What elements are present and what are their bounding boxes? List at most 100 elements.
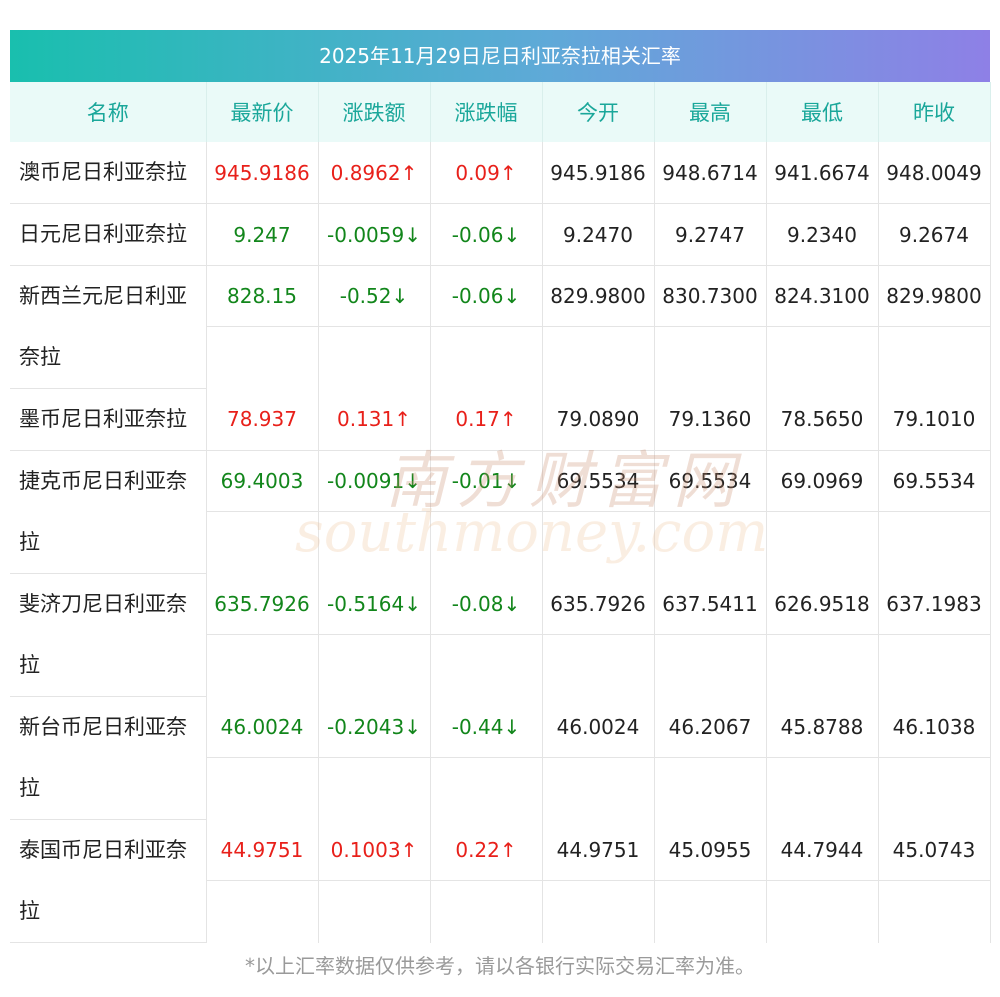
exchange-rate-table: 名称 最新价 涨跌额 涨跌幅 今开 最高 最低 昨收 澳币尼日利亚奈拉 945.9… <box>10 82 991 943</box>
open-cell: 9.2470 <box>542 203 655 266</box>
change-pct-cell-value: -0.06↓ <box>451 222 521 247</box>
change-cell: 0.8962↑ <box>318 142 431 204</box>
low-cell-value: 78.5650 <box>780 407 864 432</box>
prev-close-cell: 948.0049 <box>878 142 991 204</box>
change-cell-value: -0.52↓ <box>318 266 430 327</box>
high-cell-value: 948.6714 <box>662 160 758 185</box>
latest-price-cell: 46.0024 <box>206 696 319 820</box>
open-cell-value: 635.7926 <box>542 574 654 635</box>
high-cell-value: 637.5411 <box>654 574 766 635</box>
change-cell: -0.0091↓ <box>318 450 431 574</box>
currency-name-cell: 斐济刀尼日利亚奈拉 <box>10 573 207 697</box>
change-pct-cell: -0.08↓ <box>430 573 543 697</box>
prev-close-cell: 46.1038 <box>878 696 991 820</box>
latest-price-cell-value: 828.15 <box>206 266 318 327</box>
currency-name-cell: 泰国币尼日利亚奈拉 <box>10 819 207 943</box>
header-change: 涨跌额 <box>318 82 431 142</box>
low-cell: 78.5650 <box>766 388 879 451</box>
change-cell: -0.52↓ <box>318 265 431 389</box>
high-cell: 79.1360 <box>654 388 767 451</box>
change-cell-value: -0.0059↓ <box>327 222 421 247</box>
change-cell-value: 0.1003↑ <box>318 820 430 881</box>
header-high: 最高 <box>654 82 767 142</box>
open-cell-value: 46.0024 <box>542 697 654 758</box>
change-cell: -0.0059↓ <box>318 203 431 266</box>
change-pct-cell: 0.17↑ <box>430 388 543 451</box>
low-cell-value: 9.2340 <box>787 222 857 247</box>
header-prev-close: 昨收 <box>878 82 991 142</box>
low-cell-value: 44.7944 <box>766 820 878 881</box>
low-cell-value: 941.6674 <box>774 160 870 185</box>
currency-name-cell: 捷克币尼日利亚奈拉 <box>10 450 207 574</box>
header-open: 今开 <box>542 82 655 142</box>
latest-price-cell-value: 78.937 <box>227 407 297 432</box>
change-pct-cell-value: 0.17↑ <box>455 407 517 432</box>
open-cell-value: 829.9800 <box>542 266 654 327</box>
low-cell: 45.8788 <box>766 696 879 820</box>
latest-price-cell: 44.9751 <box>206 819 319 943</box>
change-cell-value: 0.8962↑ <box>330 160 418 185</box>
high-cell: 69.5534 <box>654 450 767 574</box>
change-pct-cell-value: -0.44↓ <box>430 697 542 758</box>
latest-price-cell-value: 69.4003 <box>206 451 318 512</box>
table-row: 澳币尼日利亚奈拉 945.9186 0.8962↑ 0.09↑ 945.9186 948.… <box>10 142 991 204</box>
change-pct-cell-value: -0.08↓ <box>430 574 542 635</box>
open-cell: 69.5534 <box>542 450 655 574</box>
prev-close-cell: 79.1010 <box>878 388 991 451</box>
open-cell-value: 44.9751 <box>542 820 654 881</box>
table-header-row: 名称 最新价 涨跌额 涨跌幅 今开 最高 最低 昨收 <box>10 82 991 142</box>
page-title: 2025年11月29日尼日利亚奈拉相关汇率 <box>10 30 990 82</box>
table-row: 新西兰元尼日利亚奈拉 828.15 -0.52↓ -0.06↓ 829.9800 830.… <box>10 265 991 389</box>
table-row: 日元尼日利亚奈拉 9.247 -0.0059↓ -0.06↓ 9.2470 9.2747 9… <box>10 203 991 266</box>
header-latest: 最新价 <box>206 82 319 142</box>
prev-close-cell-value: 46.1038 <box>878 697 990 758</box>
currency-name-cell: 墨币尼日利亚奈拉 <box>10 388 207 451</box>
table-row: 捷克币尼日利亚奈拉 69.4003 -0.0091↓ -0.01↓ 69.5534 69.… <box>10 450 991 574</box>
currency-name-cell: 新台币尼日利亚奈拉 <box>10 696 207 820</box>
prev-close-cell-value: 948.0049 <box>886 160 982 185</box>
high-cell-value: 69.5534 <box>654 451 766 512</box>
low-cell-value: 824.3100 <box>766 266 878 327</box>
high-cell: 637.5411 <box>654 573 767 697</box>
prev-close-cell-value: 637.1983 <box>878 574 990 635</box>
open-cell: 46.0024 <box>542 696 655 820</box>
open-cell: 79.0890 <box>542 388 655 451</box>
open-cell: 945.9186 <box>542 142 655 204</box>
header-change-pct: 涨跌幅 <box>430 82 543 142</box>
header-name: 名称 <box>10 82 207 142</box>
change-cell: -0.5164↓ <box>318 573 431 697</box>
open-cell-value: 945.9186 <box>550 160 646 185</box>
prev-close-cell-value: 829.9800 <box>878 266 990 327</box>
low-cell: 824.3100 <box>766 265 879 389</box>
change-pct-cell: -0.01↓ <box>430 450 543 574</box>
low-cell: 626.9518 <box>766 573 879 697</box>
table-row: 泰国币尼日利亚奈拉 44.9751 0.1003↑ 0.22↑ 44.9751 45.09… <box>10 819 991 943</box>
currency-name-cell: 新西兰元尼日利亚奈拉 <box>10 265 207 389</box>
latest-price-cell-value: 9.247 <box>233 222 291 247</box>
high-cell-value: 45.0955 <box>654 820 766 881</box>
disclaimer-note: *以上汇率数据仅供参考，请以各银行实际交易汇率为准。 <box>245 954 755 978</box>
change-pct-cell: -0.44↓ <box>430 696 543 820</box>
change-cell-value: -0.0091↓ <box>318 451 430 512</box>
high-cell-value: 830.7300 <box>654 266 766 327</box>
high-cell: 46.2067 <box>654 696 767 820</box>
table-row: 斐济刀尼日利亚奈拉 635.7926 -0.5164↓ -0.08↓ 635.7926 6… <box>10 573 991 697</box>
low-cell: 941.6674 <box>766 142 879 204</box>
change-cell-value: 0.131↑ <box>336 407 411 432</box>
high-cell-value: 46.2067 <box>654 697 766 758</box>
change-cell-value: -0.5164↓ <box>318 574 430 635</box>
prev-close-cell: 69.5534 <box>878 450 991 574</box>
latest-price-cell-value: 46.0024 <box>206 697 318 758</box>
prev-close-cell-value: 45.0743 <box>878 820 990 881</box>
latest-price-cell-value: 44.9751 <box>206 820 318 881</box>
latest-price-cell: 69.4003 <box>206 450 319 574</box>
change-pct-cell-value: 0.09↑ <box>455 160 517 185</box>
low-cell: 44.7944 <box>766 819 879 943</box>
latest-price-cell: 9.247 <box>206 203 319 266</box>
low-cell-value: 626.9518 <box>766 574 878 635</box>
table-row: 墨币尼日利亚奈拉 78.937 0.131↑ 0.17↑ 79.0890 79.1360 7… <box>10 388 991 451</box>
prev-close-cell: 9.2674 <box>878 203 991 266</box>
high-cell-value: 79.1360 <box>668 407 752 432</box>
change-pct-cell: 0.22↑ <box>430 819 543 943</box>
change-pct-cell-value: 0.22↑ <box>430 820 542 881</box>
